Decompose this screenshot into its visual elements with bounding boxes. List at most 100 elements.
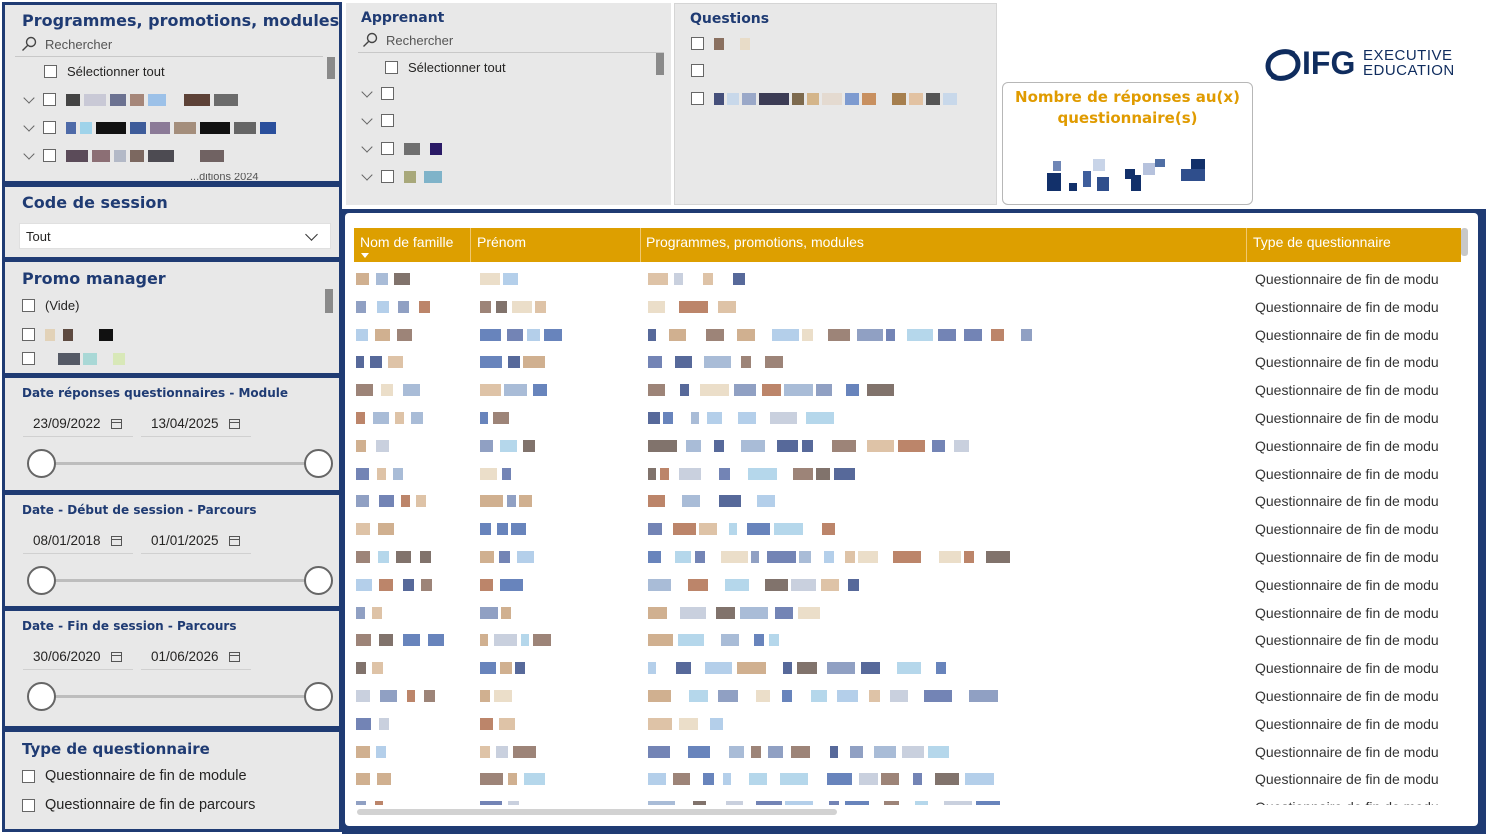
type-item[interactable]: Questionnaire de fin de parcours [22,797,255,813]
chevron-down-icon[interactable] [361,112,373,125]
apprenant-item[interactable] [361,140,442,155]
type-cell: Questionnaire de fin de modu [1255,326,1439,343]
table-row[interactable]: Questionnaire de fin de modu [354,543,1461,571]
promo-item[interactable] [22,328,113,341]
programme-item[interactable] [23,119,276,134]
chevron-down-icon[interactable] [361,140,373,153]
checkbox[interactable] [22,769,35,783]
end-date-input[interactable]: 01/06/2026 [141,644,251,670]
session-dropdown[interactable]: Tout [19,223,331,249]
question-item[interactable] [691,64,704,77]
checkbox[interactable] [43,93,56,106]
start-date-input[interactable]: 08/01/2018 [23,528,133,554]
start-handle[interactable] [27,682,56,711]
checkbox[interactable] [43,149,56,162]
scrollbar[interactable] [656,53,664,75]
table-row[interactable]: Questionnaire de fin de modu [354,654,1461,682]
checkbox[interactable] [22,352,35,365]
calendar-icon[interactable] [110,651,122,662]
checkbox[interactable] [43,121,56,134]
checkbox[interactable] [691,92,704,105]
checkbox[interactable] [381,87,394,100]
promo-item[interactable] [22,352,125,365]
table-row[interactable]: Questionnaire de fin de modu [354,460,1461,488]
checkbox[interactable] [44,65,57,78]
start-date-input[interactable]: 23/09/2022 [23,411,133,437]
checkbox[interactable] [22,299,35,312]
vertical-scrollbar[interactable] [1461,228,1468,256]
checkbox[interactable] [691,64,704,77]
horizontal-scrollbar[interactable] [357,809,837,815]
checkbox[interactable] [385,61,398,74]
end-handle[interactable] [304,566,333,595]
calendar-icon[interactable] [110,418,122,429]
question-item[interactable] [691,92,957,105]
checkbox[interactable] [22,798,35,812]
table-row[interactable]: Questionnaire de fin de modu [354,710,1461,738]
select-all-option[interactable]: Sélectionner tout [385,60,506,75]
col-header-programmes[interactable]: Programmes, promotions, modules [646,234,864,250]
table-row[interactable]: Questionnaire de fin de modu [354,682,1461,710]
programme-item[interactable] [23,91,238,106]
col-header-type[interactable]: Type de questionnaire [1253,234,1391,250]
scrollbar[interactable] [325,289,333,313]
chevron-down-icon[interactable] [305,228,318,241]
redacted-cell-content [480,439,493,452]
chevron-down-icon[interactable] [23,91,35,104]
programme-item[interactable] [23,147,224,162]
table-row[interactable]: Questionnaire de fin de modu [354,487,1461,515]
programmes-search[interactable]: Rechercher [21,36,112,52]
chevron-down-icon[interactable] [361,168,373,181]
end-date-input[interactable]: 01/01/2025 [141,528,251,554]
calendar-icon[interactable] [228,651,240,662]
chevron-down-icon[interactable] [23,147,35,160]
table-row[interactable]: Questionnaire de fin de modu [354,571,1461,599]
end-date-input[interactable]: 13/04/2025 [141,411,251,437]
date-range-track[interactable] [39,695,319,698]
end-handle[interactable] [304,449,333,478]
type-item[interactable]: Questionnaire de fin de module [22,768,247,784]
date-range-track[interactable] [39,579,319,582]
redacted-cell-content [718,300,736,313]
sort-desc-icon[interactable] [361,253,369,258]
table-row[interactable]: Questionnaire de fin de modu [354,765,1461,793]
apprenant-item[interactable] [361,168,442,183]
redacted-cell-content [748,467,777,480]
table-row[interactable]: Questionnaire de fin de modu [354,404,1461,432]
date-range-track[interactable] [39,462,319,465]
table-row[interactable]: Questionnaire de fin de modu [354,626,1461,654]
end-handle[interactable] [304,682,333,711]
chevron-down-icon[interactable] [361,85,373,98]
table-row[interactable]: Questionnaire de fin de modu [354,599,1461,627]
col-header-nom[interactable]: Nom de famille [360,234,453,250]
checkbox[interactable] [22,328,35,341]
calendar-icon[interactable] [110,535,122,546]
checkbox[interactable] [381,142,394,155]
table-row[interactable]: Questionnaire de fin de modu [354,348,1461,376]
start-date-input[interactable]: 30/06/2020 [23,644,133,670]
checkbox[interactable] [691,37,704,50]
table-row[interactable]: Questionnaire de fin de modu [354,265,1461,293]
col-header-prenom[interactable]: Prénom [477,234,526,250]
table-row[interactable]: Questionnaire de fin de modu [354,321,1461,349]
scrollbar[interactable] [327,57,335,79]
table-row[interactable]: Questionnaire de fin de modu [354,293,1461,321]
apprenant-item[interactable] [361,112,394,127]
start-handle[interactable] [27,566,56,595]
checkbox[interactable] [381,114,394,127]
select-all-option[interactable]: Sélectionner tout [44,64,165,79]
question-item[interactable] [691,37,750,50]
chevron-down-icon[interactable] [23,119,35,132]
apprenant-search[interactable]: Rechercher [362,32,453,48]
calendar-icon[interactable] [228,535,240,546]
calendar-icon[interactable] [228,418,240,429]
checkbox[interactable] [381,170,394,183]
start-handle[interactable] [27,449,56,478]
table-row[interactable]: Questionnaire de fin de modu [354,515,1461,543]
table-row[interactable]: Questionnaire de fin de modu [354,738,1461,766]
table-row[interactable]: Questionnaire de fin de modu [354,376,1461,404]
promo-item[interactable]: (Vide) [22,298,79,313]
table-row[interactable]: Questionnaire de fin de modu [354,432,1461,460]
table-row[interactable]: Questionnaire de fin de modu [354,793,1461,805]
apprenant-item[interactable] [361,85,394,100]
